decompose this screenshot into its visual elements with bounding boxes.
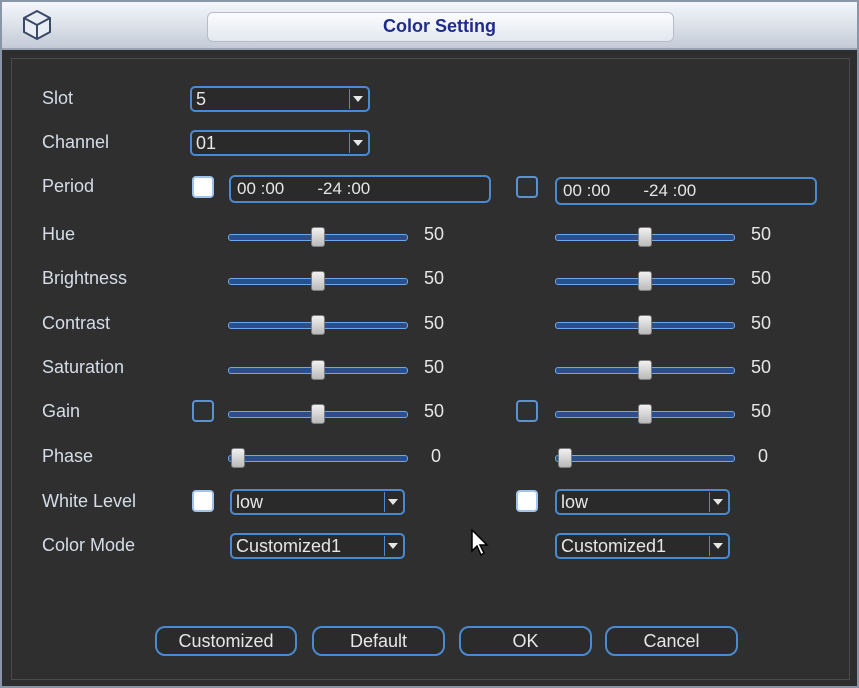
phase-value-1: 0 xyxy=(431,446,442,466)
slider-thumb[interactable] xyxy=(311,271,325,291)
chevron-down-icon[interactable] xyxy=(349,133,366,153)
white-level1-checkbox[interactable] xyxy=(192,490,214,512)
phase-slider-2[interactable] xyxy=(555,448,735,468)
contrast-slider-1[interactable] xyxy=(228,315,408,335)
phase-label: Phase xyxy=(42,446,94,466)
period-label: Period xyxy=(42,176,95,196)
brightness-value-1: 50 xyxy=(424,268,445,288)
period1-checkbox[interactable] xyxy=(192,176,214,198)
slider-thumb[interactable] xyxy=(638,315,652,335)
brightness-label: Brightness xyxy=(42,268,128,288)
saturation-label: Saturation xyxy=(42,357,125,377)
gain2-checkbox[interactable] xyxy=(516,400,538,422)
channel-value: 01 xyxy=(196,132,217,153)
default-button[interactable]: Default xyxy=(312,626,445,656)
color-mode-label: Color Mode xyxy=(42,535,136,555)
contrast-value-2: 50 xyxy=(751,313,772,333)
slot-select[interactable]: 5 xyxy=(190,86,370,112)
customized-button[interactable]: Customized xyxy=(155,626,297,656)
phase-value-2: 0 xyxy=(758,446,769,466)
hue-value-1: 50 xyxy=(424,224,445,244)
slider-thumb[interactable] xyxy=(311,315,325,335)
title-bar: Color Setting xyxy=(2,2,857,50)
white-level2-value: low xyxy=(561,491,589,512)
brightness-slider-2[interactable] xyxy=(555,271,735,291)
chevron-down-icon[interactable] xyxy=(709,536,726,556)
slider-thumb[interactable] xyxy=(231,448,245,468)
gain1-checkbox[interactable] xyxy=(192,400,214,422)
white-level1-select[interactable]: low xyxy=(230,489,405,515)
slider-thumb[interactable] xyxy=(638,227,652,247)
saturation-slider-1[interactable] xyxy=(228,360,408,380)
brightness-value-2: 50 xyxy=(751,268,772,288)
slider-thumb[interactable] xyxy=(638,360,652,380)
phase-slider-1[interactable] xyxy=(228,448,408,468)
slider-thumb[interactable] xyxy=(311,404,325,424)
color-setting-window: Color Setting Slot 5 Channel 01 Period 0… xyxy=(0,0,859,688)
mouse-pointer-icon xyxy=(471,529,489,557)
gain-slider-1[interactable] xyxy=(228,404,408,424)
channel-select[interactable]: 01 xyxy=(190,130,370,156)
slider-track xyxy=(228,455,408,462)
period1-time-field[interactable]: 00 :00 -24 :00 xyxy=(229,175,491,203)
period2-time-field[interactable]: 00 :00 -24 :00 xyxy=(555,177,817,205)
period2-checkbox[interactable] xyxy=(516,176,538,198)
cancel-button[interactable]: Cancel xyxy=(605,626,738,656)
window-title: Color Setting xyxy=(383,16,496,36)
hue-slider-2[interactable] xyxy=(555,227,735,247)
slider-thumb[interactable] xyxy=(558,448,572,468)
gain-slider-2[interactable] xyxy=(555,404,735,424)
hue-value-2: 50 xyxy=(751,224,772,244)
cube-logo-icon xyxy=(23,9,51,41)
slot-label: Slot xyxy=(42,88,74,108)
gain-value-1: 50 xyxy=(424,401,445,421)
gain-value-2: 50 xyxy=(751,401,772,421)
color-mode1-value: Customized1 xyxy=(236,535,342,556)
slider-track xyxy=(555,455,735,462)
ok-button[interactable]: OK xyxy=(459,626,592,656)
chevron-down-icon[interactable] xyxy=(384,536,401,556)
hue-label: Hue xyxy=(42,224,76,244)
brightness-slider-1[interactable] xyxy=(228,271,408,291)
contrast-slider-2[interactable] xyxy=(555,315,735,335)
color-mode2-value: Customized1 xyxy=(561,535,667,556)
gain-label: Gain xyxy=(42,401,81,421)
white-level-label: White Level xyxy=(42,491,137,511)
white-level2-checkbox[interactable] xyxy=(516,490,538,512)
slider-thumb[interactable] xyxy=(638,404,652,424)
slider-thumb[interactable] xyxy=(311,227,325,247)
chevron-down-icon[interactable] xyxy=(384,492,401,512)
slider-thumb[interactable] xyxy=(638,271,652,291)
slider-thumb[interactable] xyxy=(311,360,325,380)
white-level2-select[interactable]: low xyxy=(555,489,730,515)
hue-slider-1[interactable] xyxy=(228,227,408,247)
saturation-value-2: 50 xyxy=(751,357,772,377)
chevron-down-icon[interactable] xyxy=(349,89,366,109)
white-level1-value: low xyxy=(236,491,264,512)
color-mode1-select[interactable]: Customized1 xyxy=(230,533,405,559)
slot-value: 5 xyxy=(196,88,207,109)
chevron-down-icon[interactable] xyxy=(709,492,726,512)
contrast-label: Contrast xyxy=(42,313,111,333)
saturation-value-1: 50 xyxy=(424,357,445,377)
channel-label: Channel xyxy=(42,132,110,152)
contrast-value-1: 50 xyxy=(424,313,445,333)
saturation-slider-2[interactable] xyxy=(555,360,735,380)
color-mode2-select[interactable]: Customized1 xyxy=(555,533,730,559)
